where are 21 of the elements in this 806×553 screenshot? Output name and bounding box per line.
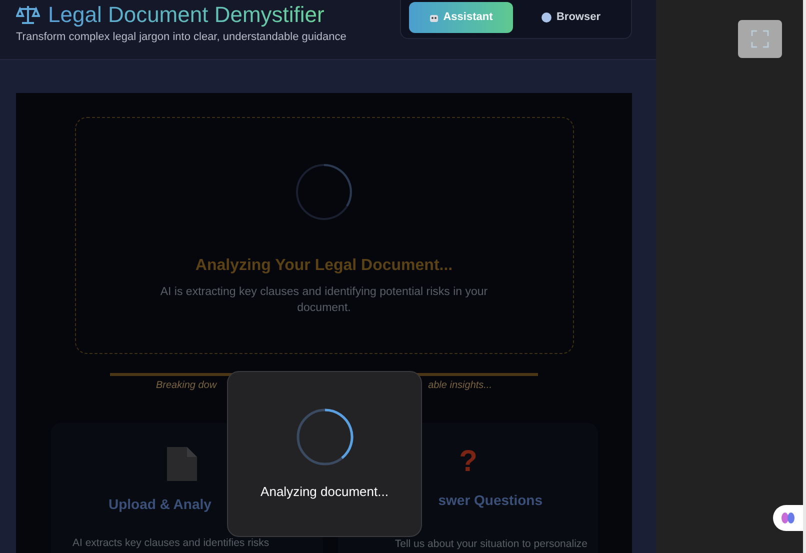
feature-description: Tell us about your situation to personalize — [394, 539, 588, 550]
mode-tab[interactable]: Browser — [519, 2, 623, 33]
question-mark-icon: ? — [459, 447, 478, 477]
fullscreen-icon — [751, 30, 769, 48]
progress-caption: able insights... — [428, 379, 492, 393]
feature-title: swer Questions — [438, 491, 544, 510]
progress-caption: Breaking dow — [156, 379, 217, 393]
globe-icon — [541, 12, 552, 23]
analysis-title: Analyzing Your Legal Document... — [195, 256, 453, 276]
scales-icon — [16, 5, 40, 25]
assistant-button[interactable] — [773, 505, 803, 531]
robot-icon — [429, 12, 440, 22]
brain-icon — [781, 512, 795, 524]
spinner-icon — [296, 408, 354, 466]
analysis-description: AI is extracting key clauses and identifying potential risks in your document. — [159, 285, 489, 316]
feature-description: AI extracts key clauses and identifies risks — [72, 538, 270, 549]
loading-message: Analyzing document... — [260, 483, 388, 501]
spinner-icon — [295, 163, 353, 221]
document-icon — [166, 447, 196, 481]
feature-title: Upload & Analy — [108, 495, 212, 514]
app-subtitle: Transform complex legal jargon into clear, understandable guidance — [16, 30, 346, 45]
